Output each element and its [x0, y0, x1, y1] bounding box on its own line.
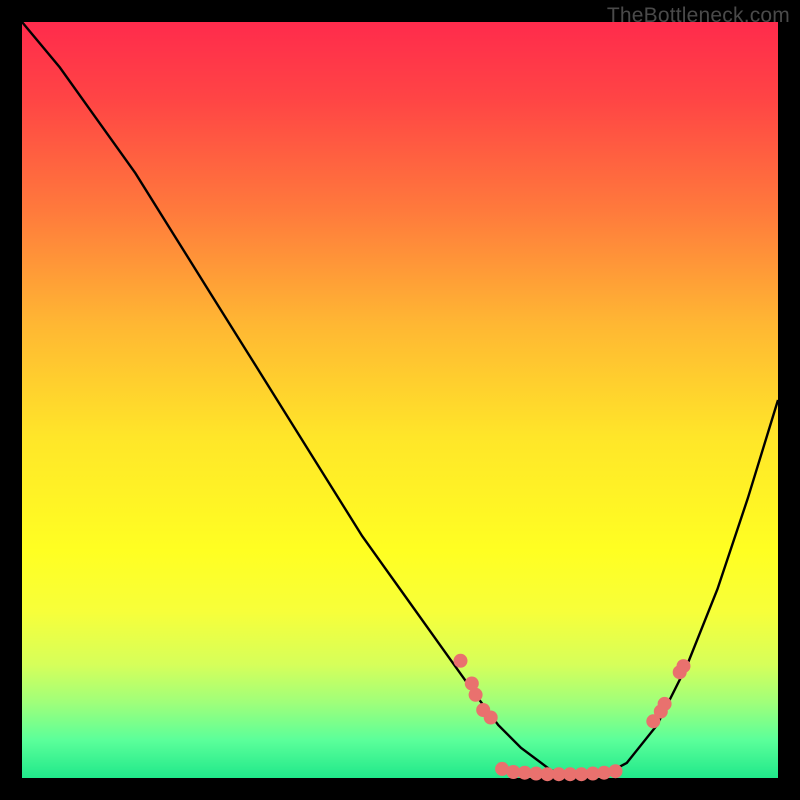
chart-marker — [677, 659, 691, 673]
bottleneck-curve — [22, 22, 778, 777]
chart-marker — [469, 688, 483, 702]
chart-marker — [609, 764, 623, 778]
chart-marker — [658, 697, 672, 711]
chart-marker — [484, 711, 498, 725]
chart-markers — [454, 654, 691, 781]
bottleneck-chart — [22, 22, 778, 778]
chart-marker — [454, 654, 468, 668]
